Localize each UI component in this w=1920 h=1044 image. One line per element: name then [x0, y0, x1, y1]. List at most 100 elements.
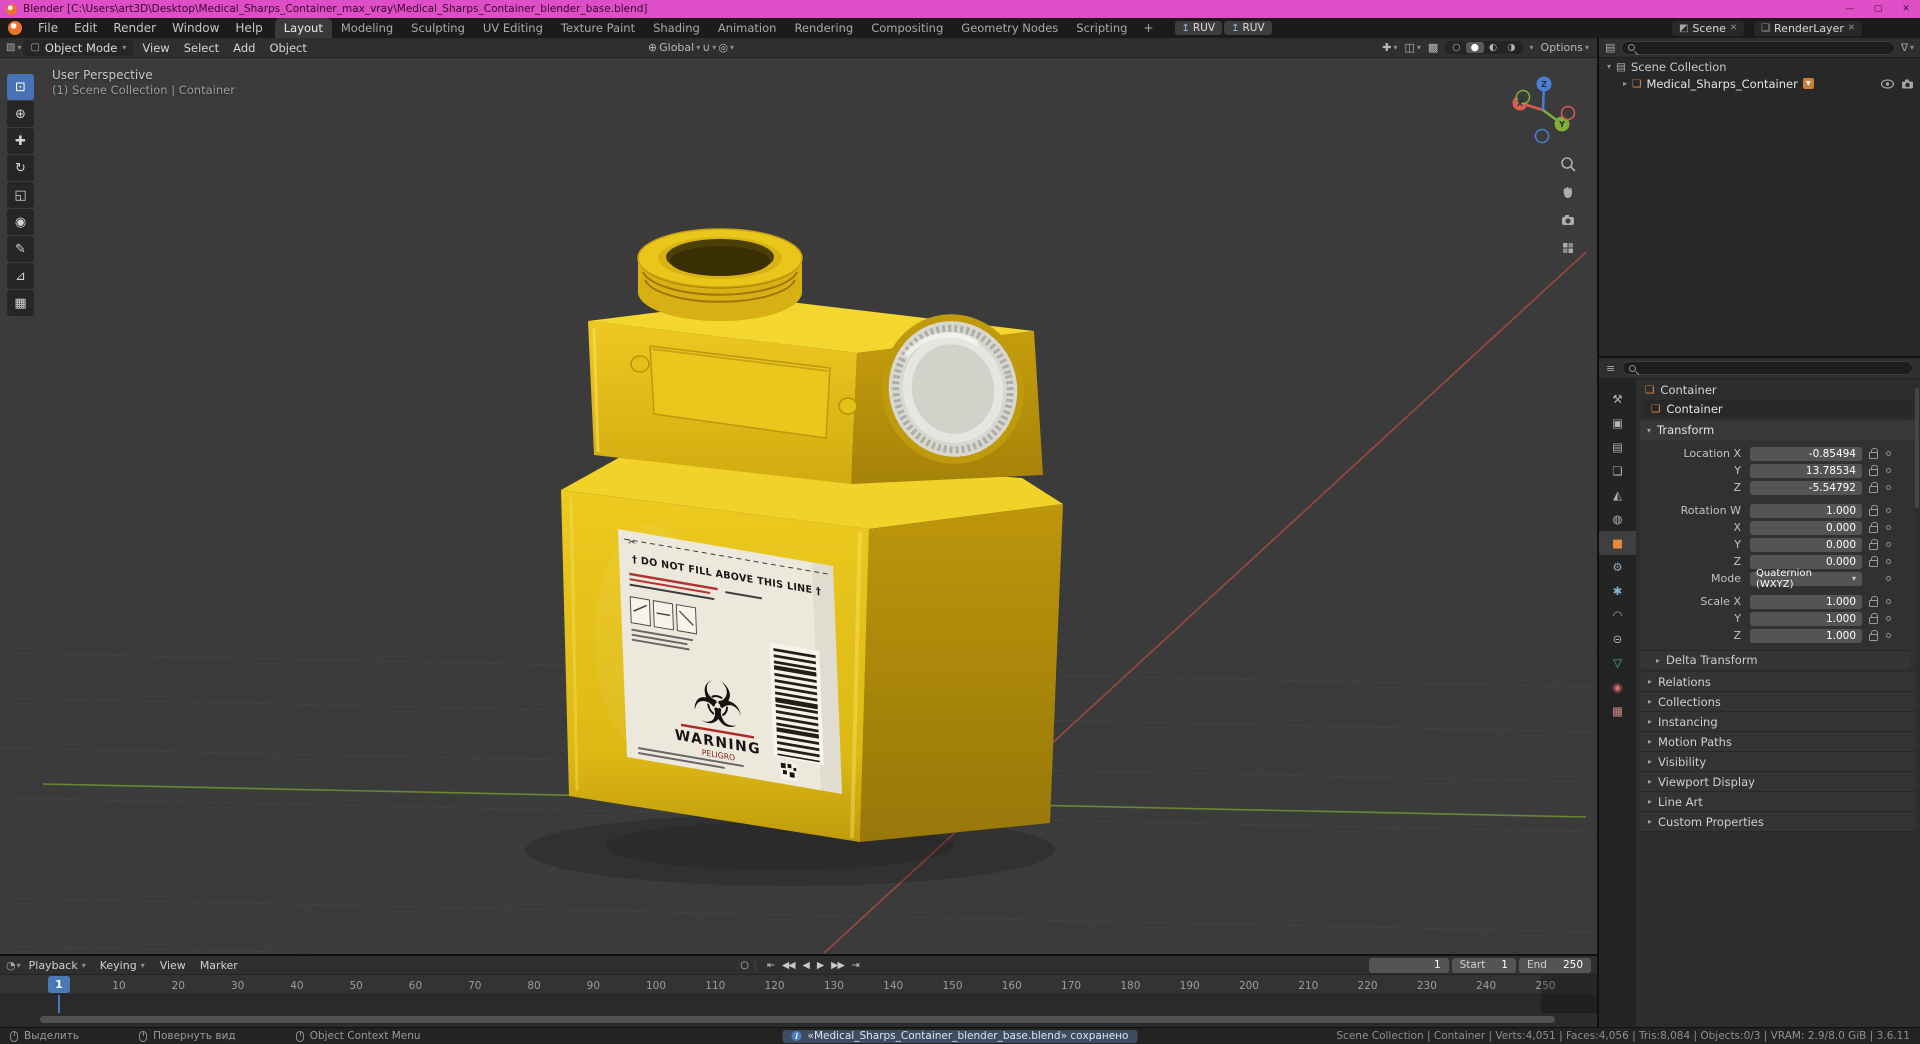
- viewport-menu[interactable]: Add: [226, 41, 262, 55]
- animate-dot-icon[interactable]: [1886, 485, 1891, 490]
- play-button[interactable]: ▶: [813, 960, 827, 971]
- animate-dot-icon[interactable]: [1886, 559, 1891, 564]
- transform-orientation-selector[interactable]: ⊕ Global ▾: [648, 41, 700, 54]
- lock-icon[interactable]: [1869, 613, 1878, 624]
- number-field[interactable]: 13.78534: [1750, 463, 1862, 478]
- number-field[interactable]: 1.000: [1750, 628, 1862, 643]
- topbar-menu[interactable]: Edit: [66, 18, 105, 38]
- save-notification[interactable]: i «Medical_Sharps_Container_blender_base…: [782, 1029, 1138, 1043]
- ruv-export-button[interactable]: ↥ RUV: [1174, 21, 1223, 35]
- maximize-button[interactable]: ▢: [1864, 0, 1892, 18]
- animate-dot-icon[interactable]: [1886, 599, 1891, 604]
- orthographic-grid-icon[interactable]: [1560, 240, 1576, 256]
- workspace-tab[interactable]: Shading: [644, 18, 709, 38]
- add-workspace-button[interactable]: +: [1136, 21, 1160, 35]
- properties-search-input[interactable]: [1622, 361, 1913, 375]
- shading-rendered-button[interactable]: ◑: [1502, 42, 1520, 53]
- sharps-container-model[interactable]: ✂ † DO NOT FILL ABOVE THIS LINE † ☣ WARN…: [561, 228, 1063, 842]
- lock-icon[interactable]: [1869, 465, 1878, 476]
- move-tool-button[interactable]: ✚: [7, 128, 34, 154]
- scale-tool-button[interactable]: ◱: [7, 182, 34, 208]
- frame-end-field[interactable]: End 250: [1518, 957, 1591, 973]
- workspace-tab[interactable]: Sculpting: [402, 18, 474, 38]
- lock-icon[interactable]: [1869, 482, 1878, 493]
- workspace-tab[interactable]: Layout: [274, 18, 332, 38]
- annotate-tool-button[interactable]: ✎: [7, 236, 34, 262]
- collapsed-panel-header[interactable]: ▸ Custom Properties: [1640, 812, 1916, 832]
- number-field[interactable]: 1.000: [1750, 594, 1862, 609]
- viewport-menu[interactable]: Select: [177, 41, 226, 55]
- hide-eye-icon[interactable]: [1881, 78, 1894, 89]
- proportional-editing-toggle[interactable]: ◎ ▾: [718, 41, 734, 54]
- timeline-menu[interactable]: Marker: [193, 959, 245, 972]
- blender-menu-icon[interactable]: [8, 21, 22, 35]
- minimize-button[interactable]: —: [1836, 0, 1864, 18]
- xray-toggle[interactable]: ▩: [1428, 41, 1438, 54]
- timeline-scrollbar-thumb[interactable]: [40, 1016, 1555, 1023]
- viewport-editor-type-icon[interactable]: ▧: [6, 42, 15, 53]
- outliner-filter-button[interactable]: ∇ ▾: [1901, 42, 1914, 54]
- tab-physics[interactable]: ◠: [1599, 603, 1636, 627]
- scene-selector[interactable]: ◩ Scene ✕: [1671, 20, 1745, 36]
- tab-texture[interactable]: ▦: [1599, 699, 1636, 723]
- lock-icon[interactable]: [1869, 556, 1878, 567]
- lock-icon[interactable]: [1869, 630, 1878, 641]
- measure-tool-button[interactable]: ⊿: [7, 263, 34, 289]
- play-reverse-button[interactable]: ◀: [799, 960, 813, 971]
- lock-icon[interactable]: [1869, 539, 1878, 550]
- timeline-ruler[interactable]: 1102030405060708090100110120130140150160…: [0, 975, 1597, 995]
- animate-dot-icon[interactable]: [1886, 451, 1891, 456]
- number-field[interactable]: 0.000: [1750, 554, 1862, 569]
- viewport-3d-area[interactable]: ✂ † DO NOT FILL ABOVE THIS LINE † ☣ WARN…: [0, 58, 1597, 953]
- animate-dot-icon[interactable]: [1886, 633, 1891, 638]
- number-field[interactable]: -5.54792: [1750, 480, 1862, 495]
- snap-toggle[interactable]: ∪ ▾: [702, 41, 716, 54]
- animate-dot-icon[interactable]: [1886, 508, 1891, 513]
- timeline-menu[interactable]: Playback ▾: [22, 959, 93, 972]
- topbar-menu[interactable]: File: [30, 18, 66, 38]
- delta-transform-subpanel[interactable]: ▸ Delta Transform: [1640, 650, 1910, 669]
- number-field[interactable]: 1.000: [1750, 611, 1862, 626]
- outliner-search-input[interactable]: [1621, 40, 1895, 55]
- collapsed-panel-header[interactable]: ▸ Viewport Display: [1640, 772, 1916, 792]
- animate-dot-icon[interactable]: [1886, 616, 1891, 621]
- topbar-menu[interactable]: Help: [227, 18, 270, 38]
- timeline-scrollbar[interactable]: [0, 1013, 1597, 1026]
- tab-material[interactable]: ◉: [1599, 675, 1636, 699]
- workspace-tab[interactable]: Animation: [709, 18, 786, 38]
- collapsed-panel-header[interactable]: ▸ Visibility: [1640, 752, 1916, 772]
- outliner-row-scene-collection[interactable]: ▾ ▤ Scene Collection: [1599, 58, 1920, 75]
- tab-output[interactable]: ▤: [1599, 435, 1636, 459]
- playhead[interactable]: 1: [48, 976, 70, 993]
- shading-wireframe-button[interactable]: ○: [1447, 42, 1465, 53]
- workspace-tab[interactable]: Texture Paint: [552, 18, 644, 38]
- workspace-tab[interactable]: Geometry Nodes: [952, 18, 1067, 38]
- unlink-scene-icon[interactable]: ✕: [1730, 23, 1737, 33]
- cursor-tool-button[interactable]: ⊕: [7, 101, 34, 127]
- animate-dot-icon[interactable]: [1886, 576, 1891, 581]
- select-box-tool-button[interactable]: ⊡: [7, 74, 34, 100]
- lock-icon[interactable]: [1869, 596, 1878, 607]
- shading-material-button[interactable]: ◐: [1484, 42, 1502, 53]
- viewport-menu[interactable]: Object: [262, 41, 313, 55]
- collapsed-panel-header[interactable]: ▸ Line Art: [1640, 792, 1916, 812]
- animate-dot-icon[interactable]: [1886, 542, 1891, 547]
- tab-render[interactable]: ▣: [1599, 411, 1636, 435]
- close-button[interactable]: ✕: [1892, 0, 1920, 18]
- number-field[interactable]: 1.000: [1750, 503, 1862, 518]
- topbar-menu[interactable]: Render: [105, 18, 164, 38]
- tab-modifiers[interactable]: ⚙: [1599, 555, 1636, 579]
- remove-view-layer-icon[interactable]: ✕: [1848, 23, 1855, 33]
- number-field[interactable]: 0.000: [1750, 520, 1862, 535]
- timeline-track-area[interactable]: [0, 995, 1597, 1013]
- tab-view-layer[interactable]: ❏: [1599, 459, 1636, 483]
- collapsed-panel-header[interactable]: ▸ Motion Paths: [1640, 732, 1916, 752]
- next-keyframe-button[interactable]: ▶▶: [827, 960, 848, 971]
- timeline-menu[interactable]: Keying ▾: [93, 959, 152, 972]
- topbar-menu[interactable]: Window: [164, 18, 227, 38]
- view-layer-selector[interactable]: ❏ RenderLayer ✕: [1754, 20, 1862, 36]
- lock-icon[interactable]: [1869, 505, 1878, 516]
- workspace-tab[interactable]: Scripting: [1067, 18, 1136, 38]
- transform-panel-header[interactable]: ▾ Transform: [1640, 420, 1916, 440]
- collapsed-panel-header[interactable]: ▸ Collections: [1640, 692, 1916, 712]
